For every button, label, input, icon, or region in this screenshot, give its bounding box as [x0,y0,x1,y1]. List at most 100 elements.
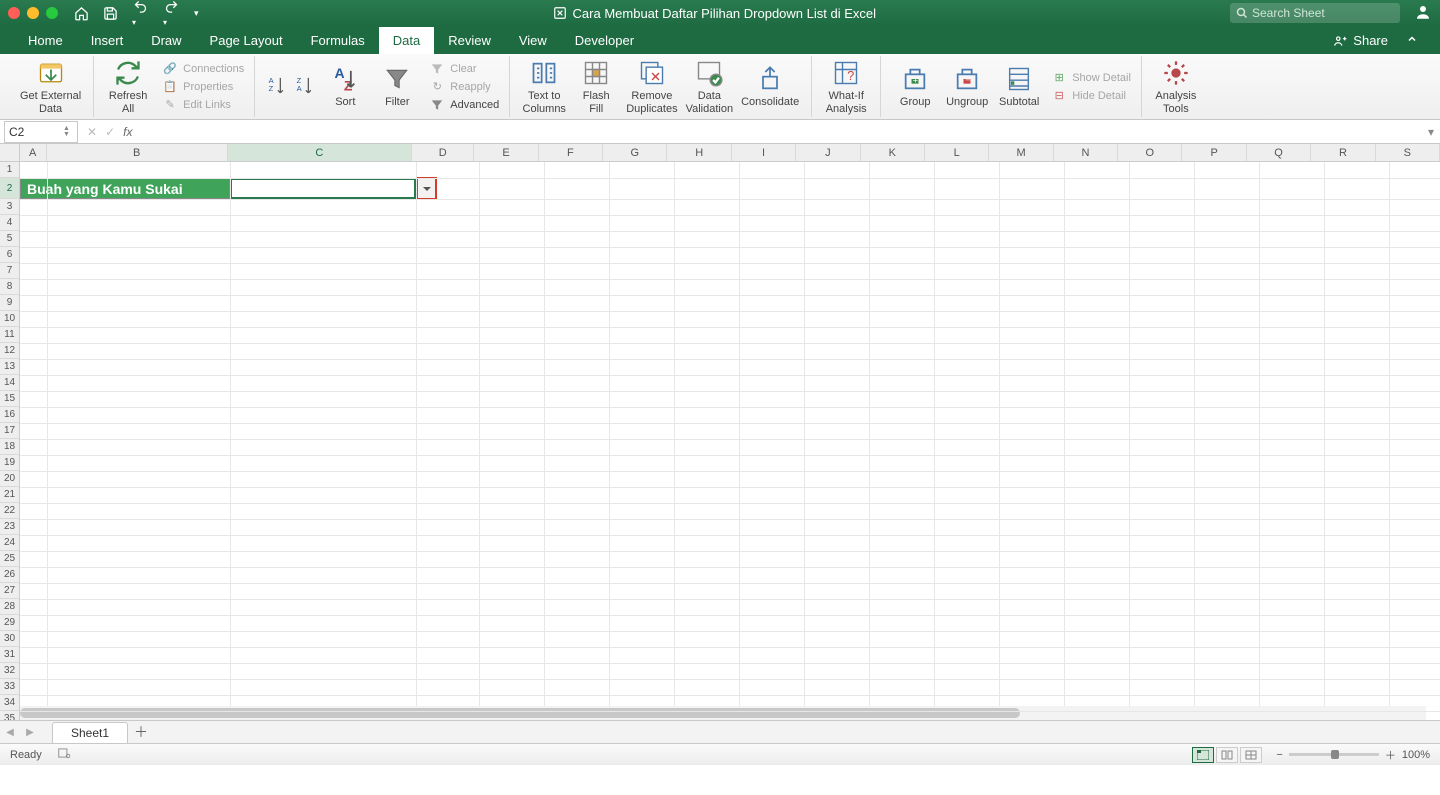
row-header-20[interactable]: 20 [0,471,19,487]
sort-button[interactable]: AZ Sort [319,62,371,110]
sheet-nav-next[interactable]: ▶ [20,727,40,738]
consolidate-button[interactable]: Consolidate [737,62,803,110]
row-header-16[interactable]: 16 [0,407,19,423]
remove-duplicates-button[interactable]: Remove Duplicates [622,56,681,116]
tab-formulas[interactable]: Formulas [297,27,379,54]
get-external-data-button[interactable]: Get External Data [16,56,85,116]
dropdown-arrow-button[interactable] [416,177,437,200]
cell-b2[interactable]: Buah yang Kamu Sukai [20,178,230,199]
row-header-15[interactable]: 15 [0,391,19,407]
reapply-filter-button[interactable]: ↻Reapply [427,79,501,95]
row-header-25[interactable]: 25 [0,551,19,567]
horizontal-scrollbar[interactable] [20,706,1426,720]
expand-formula-bar[interactable]: ▾ [1422,125,1440,139]
col-header-r[interactable]: R [1311,144,1375,161]
tab-review[interactable]: Review [434,27,505,54]
row-header-32[interactable]: 32 [0,663,19,679]
row-header-30[interactable]: 30 [0,631,19,647]
row-header-2[interactable]: 2 [0,178,19,199]
fx-icon[interactable]: fx [123,125,132,139]
row-header-27[interactable]: 27 [0,583,19,599]
refresh-all-button[interactable]: Refresh All [102,56,154,116]
col-header-s[interactable]: S [1376,144,1440,161]
col-header-p[interactable]: P [1182,144,1246,161]
col-header-k[interactable]: K [861,144,925,161]
row-header-4[interactable]: 4 [0,215,19,231]
subtotal-button[interactable]: Subtotal [993,62,1045,110]
row-header-11[interactable]: 11 [0,327,19,343]
search-input[interactable]: Search Sheet [1230,3,1400,23]
row-header-18[interactable]: 18 [0,439,19,455]
row-header-21[interactable]: 21 [0,487,19,503]
add-sheet-button[interactable]: ＋ [128,722,154,742]
row-header-9[interactable]: 9 [0,295,19,311]
col-header-n[interactable]: N [1054,144,1118,161]
tab-home[interactable]: Home [14,27,77,54]
sort-az-button[interactable]: AZ [263,70,291,104]
zoom-out-button[interactable]: − [1276,749,1282,761]
row-header-28[interactable]: 28 [0,599,19,615]
sort-za-button[interactable]: ZA [291,70,319,104]
sheet-tab-1[interactable]: Sheet1 [52,722,128,743]
page-layout-view-button[interactable] [1216,747,1238,763]
name-box-stepper[interactable]: ▲▼ [63,126,73,138]
row-header-13[interactable]: 13 [0,359,19,375]
col-header-l[interactable]: L [925,144,989,161]
data-validation-button[interactable]: Data Validation [682,56,738,116]
cell-c2-selected[interactable] [230,178,416,199]
redo-icon[interactable]: ▾ [163,0,180,28]
text-to-columns-button[interactable]: Text to Columns [518,56,570,116]
share-button[interactable]: Share [1323,27,1398,54]
analysis-tools-button[interactable]: Analysis Tools [1150,56,1202,116]
undo-icon[interactable]: ▾ [132,0,149,28]
col-header-q[interactable]: Q [1247,144,1311,161]
cells-area[interactable]: Buah yang Kamu Sukai [20,162,1440,706]
select-all-corner[interactable] [0,144,20,161]
macro-record-icon[interactable] [56,746,72,763]
normal-view-button[interactable] [1192,747,1214,763]
group-button[interactable]: +Group [889,62,941,110]
col-header-i[interactable]: I [732,144,796,161]
what-if-analysis-button[interactable]: ?What-If Analysis [820,56,872,116]
row-header-17[interactable]: 17 [0,423,19,439]
col-header-b[interactable]: B [47,144,228,161]
row-header-31[interactable]: 31 [0,647,19,663]
user-icon[interactable] [1414,3,1432,24]
clear-filter-button[interactable]: Clear [427,61,501,77]
row-header-26[interactable]: 26 [0,567,19,583]
row-header-7[interactable]: 7 [0,263,19,279]
row-header-34[interactable]: 34 [0,695,19,711]
sheet-nav-prev[interactable]: ◀ [0,727,20,738]
formula-input[interactable] [138,121,1422,143]
tab-data[interactable]: Data [379,27,434,54]
col-header-f[interactable]: F [539,144,603,161]
hscroll-thumb[interactable] [20,708,1020,718]
col-header-h[interactable]: H [667,144,731,161]
row-header-12[interactable]: 12 [0,343,19,359]
connections-button[interactable]: 🔗Connections [160,61,246,77]
zoom-in-button[interactable]: ＋ [1385,747,1396,763]
tab-draw[interactable]: Draw [137,27,195,54]
hide-detail-button[interactable]: ⊟Hide Detail [1049,88,1133,104]
flash-fill-button[interactable]: Flash Fill [570,56,622,116]
row-header-22[interactable]: 22 [0,503,19,519]
tab-page-layout[interactable]: Page Layout [196,27,297,54]
home-icon[interactable] [74,6,89,21]
col-header-o[interactable]: O [1118,144,1182,161]
accept-formula-icon[interactable]: ✓ [105,125,115,139]
filter-button[interactable]: Filter [371,62,423,110]
show-detail-button[interactable]: ⊞Show Detail [1049,70,1133,86]
close-window-button[interactable] [8,7,20,19]
row-header-35[interactable]: 35 [0,711,19,720]
row-header-3[interactable]: 3 [0,199,19,215]
col-header-c[interactable]: C [228,144,412,161]
ungroup-button[interactable]: −Ungroup [941,62,993,110]
tab-view[interactable]: View [505,27,561,54]
advanced-filter-button[interactable]: Advanced [427,97,501,113]
page-break-view-button[interactable] [1240,747,1262,763]
tab-insert[interactable]: Insert [77,27,138,54]
row-header-10[interactable]: 10 [0,311,19,327]
row-header-8[interactable]: 8 [0,279,19,295]
row-header-1[interactable]: 1 [0,162,19,178]
col-header-a[interactable]: A [20,144,47,161]
